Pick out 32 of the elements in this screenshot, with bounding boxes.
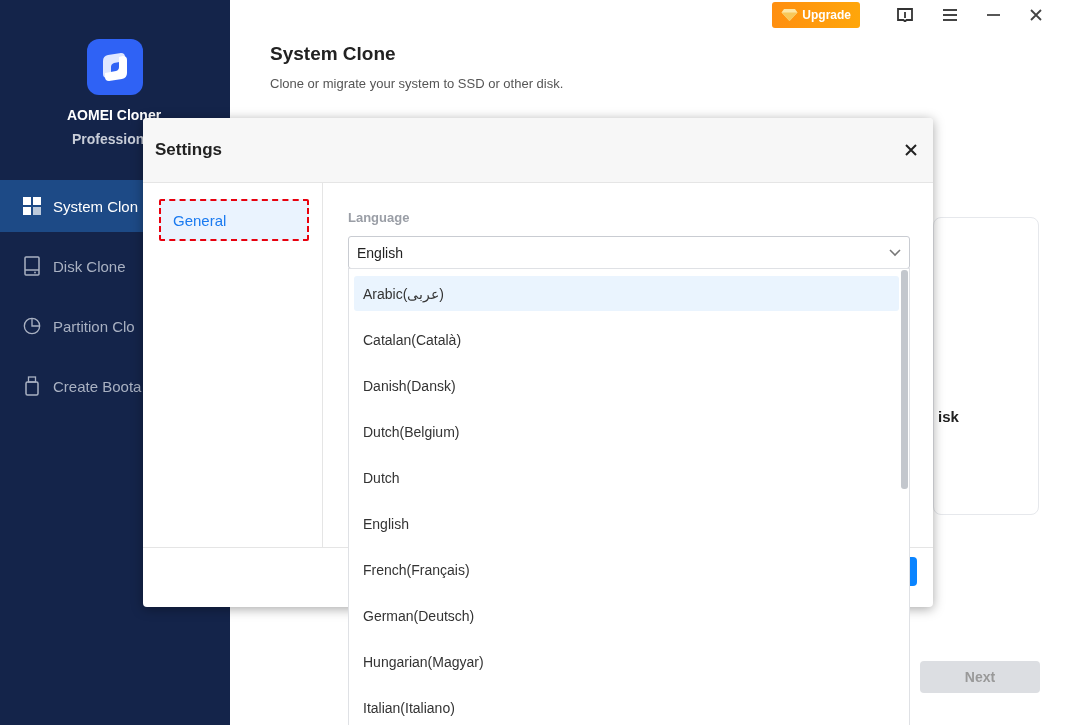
chevron-down-icon (889, 248, 901, 257)
close-icon[interactable] (905, 144, 917, 156)
language-option[interactable]: Dutch (354, 460, 899, 495)
app-logo-icon (87, 39, 143, 95)
language-option[interactable]: English (354, 506, 899, 541)
card-title: isk (938, 408, 959, 425)
language-option[interactable]: Dutch(Belgium) (354, 414, 899, 449)
settings-tab[interactable]: General (159, 199, 309, 241)
grid-icon (23, 197, 41, 215)
language-option[interactable]: Arabic(عربى) (354, 276, 899, 311)
close-icon[interactable] (1030, 9, 1042, 21)
diamond-icon (781, 8, 799, 22)
language-option[interactable]: Italian(Italiano) (354, 690, 899, 725)
dialog-title: Settings (155, 140, 223, 160)
book-icon[interactable] (897, 8, 913, 22)
sidebar-item[interactable]: Create Boota (0, 360, 230, 412)
usb-drive-icon (23, 376, 41, 396)
language-option[interactable]: German(Deutsch) (354, 598, 899, 633)
option-card[interactable]: isk (933, 217, 1039, 515)
app-edition: Profession (71, 131, 145, 147)
pie-chart-icon (23, 316, 41, 336)
page-title: System Clone (270, 43, 397, 65)
page-subtitle: Clone or migrate your system to SSD or other disk. (270, 76, 565, 91)
language-option[interactable]: Danish(Dansk) (354, 368, 899, 403)
sidebar-item[interactable]: Disk Clone (0, 240, 230, 292)
sidebar-item[interactable]: Partition Clo (0, 300, 230, 352)
menu-icon[interactable] (943, 9, 957, 21)
language-label: Language (348, 210, 411, 225)
language-option[interactable]: Catalan(Català) (354, 322, 899, 357)
language-option[interactable]: Hungarian(Magyar) (354, 644, 899, 679)
language-option[interactable]: French(Français) (354, 552, 899, 587)
scrollbar[interactable] (901, 270, 908, 489)
